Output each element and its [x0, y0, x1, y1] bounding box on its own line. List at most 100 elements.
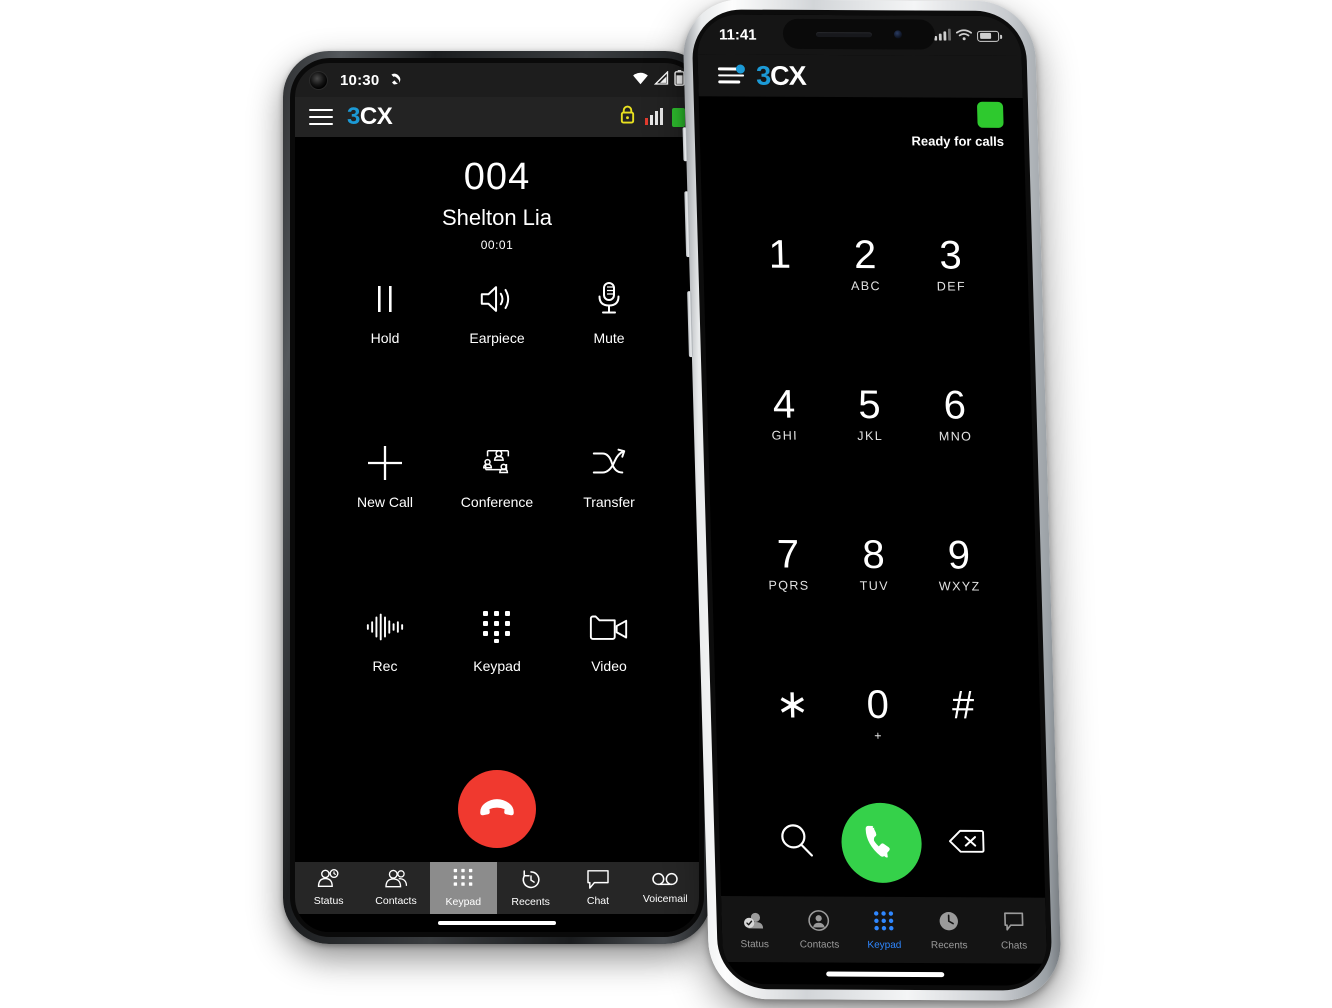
- video-camera-icon: [588, 600, 630, 654]
- microphone-icon: [594, 272, 624, 326]
- key-letters: MNO: [938, 429, 973, 444]
- phone-handset-icon: [862, 821, 901, 864]
- sidebar-item-voicemail[interactable]: Voicemail: [632, 862, 699, 914]
- dialpad-key-7[interactable]: 7 PQRS: [745, 532, 832, 592]
- available-status-square[interactable]: [976, 101, 1004, 128]
- dialpad-key-4[interactable]: 4 GHI: [741, 382, 828, 443]
- call-duration: 00:01: [480, 237, 514, 252]
- android-status-bar: 10:30: [295, 63, 699, 97]
- battery-full-icon: [672, 107, 685, 127]
- keypad-button[interactable]: Keypad: [441, 600, 553, 764]
- rec-button[interactable]: Rec: [329, 600, 441, 764]
- new-call-button[interactable]: New Call: [329, 436, 441, 600]
- dialpad-key-hash[interactable]: #: [920, 683, 1007, 743]
- tab-label: Contacts: [799, 938, 840, 951]
- key-letters: GHI: [771, 428, 799, 443]
- dialpad-key-8[interactable]: 8 TUV: [830, 533, 917, 593]
- battery-icon: [976, 30, 1000, 42]
- iphone-clock: 11:41: [718, 25, 757, 44]
- android-home-indicator[interactable]: [295, 914, 699, 932]
- call-button[interactable]: [840, 802, 923, 884]
- key-letters: +: [874, 728, 884, 743]
- waveform-icon: [365, 600, 405, 654]
- mute-button[interactable]: Mute: [553, 272, 665, 436]
- clock-icon: [937, 910, 960, 937]
- dialpad-key-2[interactable]: 2 ABC: [822, 233, 909, 294]
- earpiece-button[interactable]: Earpiece: [441, 272, 553, 436]
- key-digit: 6: [942, 383, 967, 428]
- sidebar-item-status[interactable]: Status: [721, 908, 787, 950]
- clock-history-icon: [520, 869, 542, 895]
- android-hangup-row: [295, 764, 699, 862]
- signal-bars-icon: [645, 108, 663, 125]
- chat-bubble-icon: [586, 869, 610, 894]
- sidebar-item-chat[interactable]: Chat: [564, 862, 631, 914]
- conference-people-icon: [478, 436, 516, 490]
- android-status-icons: [632, 70, 685, 90]
- speaker-icon: [478, 272, 516, 326]
- iphone-presence-row: Ready for calls: [699, 96, 1025, 166]
- plus-icon: [365, 436, 405, 490]
- sidebar-item-keypad[interactable]: Keypad: [429, 862, 497, 914]
- dialpad-key-star[interactable]: ∗: [749, 682, 836, 742]
- dialpad-key-0[interactable]: 0 +: [834, 683, 921, 743]
- tab-label: Chats: [1000, 939, 1028, 952]
- sidebar-item-status[interactable]: Status: [295, 862, 362, 914]
- key-digit: 4: [772, 382, 796, 427]
- tab-label: Status: [740, 938, 770, 950]
- key-digit: 1: [768, 232, 792, 277]
- dialpad-icon: [452, 868, 474, 895]
- key-digit: 2: [853, 233, 877, 278]
- key-digit: 3: [938, 233, 963, 278]
- search-button[interactable]: [753, 821, 840, 864]
- voicemail-icon: [651, 871, 679, 892]
- key-letters: WXYZ: [938, 579, 981, 594]
- key-letters: JKL: [857, 428, 884, 444]
- iphone-app-bar: 3CX: [697, 54, 1023, 99]
- sidebar-item-contacts[interactable]: Contacts: [786, 909, 852, 950]
- wifi-icon: [632, 71, 649, 89]
- phone-handset-icon: [387, 72, 403, 88]
- android-call-header: 004 Shelton Lia 00:01: [295, 137, 699, 252]
- hamburger-menu-icon[interactable]: [309, 109, 333, 125]
- iphone-home-indicator[interactable]: [723, 962, 1048, 986]
- sidebar-item-recents[interactable]: Recents: [916, 910, 982, 951]
- hamburger-menu-icon[interactable]: [717, 64, 746, 84]
- hangup-button[interactable]: [458, 770, 536, 848]
- conference-button[interactable]: Conference: [441, 436, 553, 600]
- tab-label: Contacts: [375, 895, 417, 907]
- dialpad-key-5[interactable]: 5 JKL: [826, 383, 913, 444]
- iphone-dial-actions: [718, 788, 1045, 898]
- sidebar-item-keypad[interactable]: Keypad: [851, 909, 917, 950]
- iphone-mockup: 11:41 3CX Ready for calls 1 2 ABC 3 DEF …: [681, 0, 1063, 1001]
- android-app-bar-icons: [619, 105, 685, 129]
- control-label: New Call: [356, 493, 413, 510]
- backspace-button[interactable]: [924, 827, 1010, 860]
- status-person-check-icon: [743, 909, 766, 936]
- front-camera-icon: [893, 30, 903, 39]
- sidebar-item-chats[interactable]: Chats: [981, 910, 1047, 951]
- dialpad-key-6[interactable]: 6 MNO: [911, 383, 998, 444]
- wifi-icon: [955, 27, 972, 44]
- iphone-screen: 11:41 3CX Ready for calls 1 2 ABC 3 DEF …: [696, 14, 1048, 986]
- key-digit: ∗: [774, 682, 810, 727]
- hangup-phone-icon: [476, 794, 518, 825]
- android-app-bar: 3CX: [295, 97, 699, 137]
- tab-label: Keypad: [867, 939, 902, 951]
- transfer-arrow-icon: [590, 436, 628, 490]
- transfer-button[interactable]: Transfer: [553, 436, 665, 600]
- sidebar-item-recents[interactable]: Recents: [497, 862, 564, 914]
- dialpad-key-9[interactable]: 9 WXYZ: [916, 533, 1003, 594]
- android-clock: 10:30: [340, 71, 380, 89]
- tab-label: Chat: [586, 895, 610, 907]
- control-label: Rec: [372, 657, 398, 674]
- control-label: Transfer: [583, 493, 635, 510]
- control-label: Earpiece: [469, 329, 525, 346]
- hold-button[interactable]: Hold: [329, 272, 441, 436]
- dialpad-key-3[interactable]: 3 DEF: [907, 233, 994, 293]
- dialpad-key-1[interactable]: 1: [737, 232, 824, 292]
- sidebar-item-contacts[interactable]: Contacts: [362, 862, 429, 914]
- 3cx-logo: 3CX: [347, 105, 393, 129]
- video-button[interactable]: Video: [553, 600, 665, 764]
- key-letters: ABC: [850, 279, 882, 294]
